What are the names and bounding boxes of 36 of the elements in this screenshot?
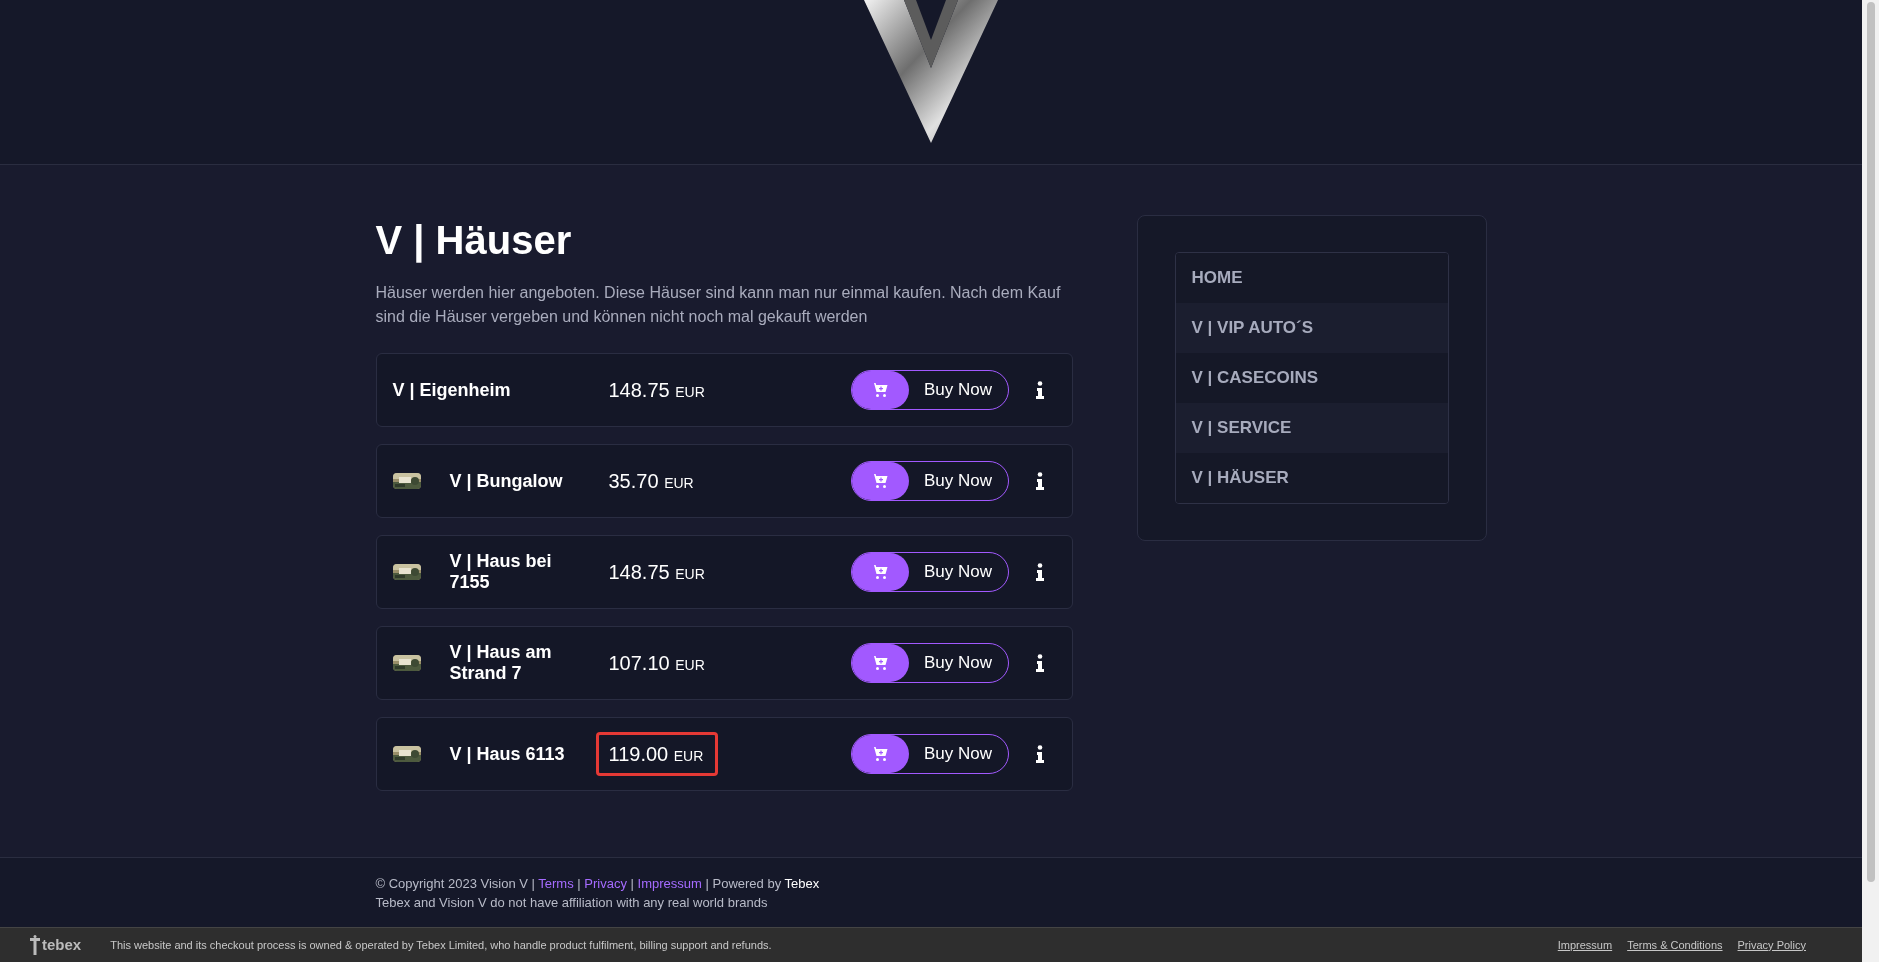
bottom-link[interactable]: Terms & Conditions bbox=[1627, 936, 1723, 954]
product-name: V | Haus 6113 bbox=[449, 743, 566, 765]
info-icon[interactable] bbox=[1035, 381, 1044, 399]
price: 35.70 EUR bbox=[608, 470, 694, 492]
price: 119.00 EUR bbox=[608, 743, 704, 765]
footer-link[interactable]: Impressum bbox=[637, 876, 702, 891]
product-name: V | Eigenheim bbox=[392, 379, 512, 401]
scrollbar[interactable] bbox=[1862, 0, 1879, 962]
cart-icon bbox=[871, 655, 889, 671]
footer-link[interactable]: Privacy bbox=[584, 876, 627, 891]
cart-icon bbox=[871, 564, 889, 580]
product-name: V | Bungalow bbox=[449, 470, 564, 492]
page-title: V | Häuser bbox=[375, 217, 573, 265]
price: 107.10 EUR bbox=[608, 652, 705, 674]
info-icon[interactable] bbox=[1035, 654, 1044, 672]
product-name: V | Haus bei 7155 bbox=[449, 551, 553, 593]
info-icon[interactable] bbox=[1035, 472, 1044, 490]
info-icon[interactable] bbox=[1035, 745, 1044, 763]
footer-link[interactable]: Terms bbox=[538, 876, 574, 891]
price: 148.75 EUR bbox=[608, 379, 705, 401]
cart-icon bbox=[871, 746, 889, 762]
tebex-logo: tebex bbox=[42, 934, 82, 955]
price: 148.75 EUR bbox=[608, 561, 705, 583]
description: Häuser werden hier angeboten. Diese Häuser sind kann man nur einmal kaufen. Nach dem Kauf sind die Häuser vergeben und können nicht noch mal gekauft werden bbox=[375, 283, 1062, 327]
bottom-link[interactable]: Privacy Policy bbox=[1737, 936, 1806, 954]
product-name: V | Haus am Strand 7 bbox=[449, 642, 553, 684]
bottom-link[interactable]: Impressum bbox=[1557, 936, 1613, 954]
cart-icon bbox=[871, 473, 889, 489]
copyright-line: © Copyright 2023 Vision V | Terms | Privacy | Impressum | Powered by Tebex bbox=[375, 875, 821, 893]
info-icon[interactable] bbox=[1035, 563, 1044, 581]
checkout-notice: This website and its checkout process is owned & operated by Tebex Limited, who handle product fulfilment, billing support and refunds. bbox=[110, 937, 772, 953]
sidebar-item[interactable]: V | VIP AUTO´S bbox=[1175, 303, 1448, 353]
cart-icon bbox=[871, 382, 889, 398]
sidebar-item[interactable]: V | SERVICE bbox=[1175, 403, 1448, 453]
disclaimer: Tebex and Vision V do not have affiliation with any real world brands bbox=[375, 894, 769, 912]
tebex-logo-icon bbox=[30, 935, 40, 955]
